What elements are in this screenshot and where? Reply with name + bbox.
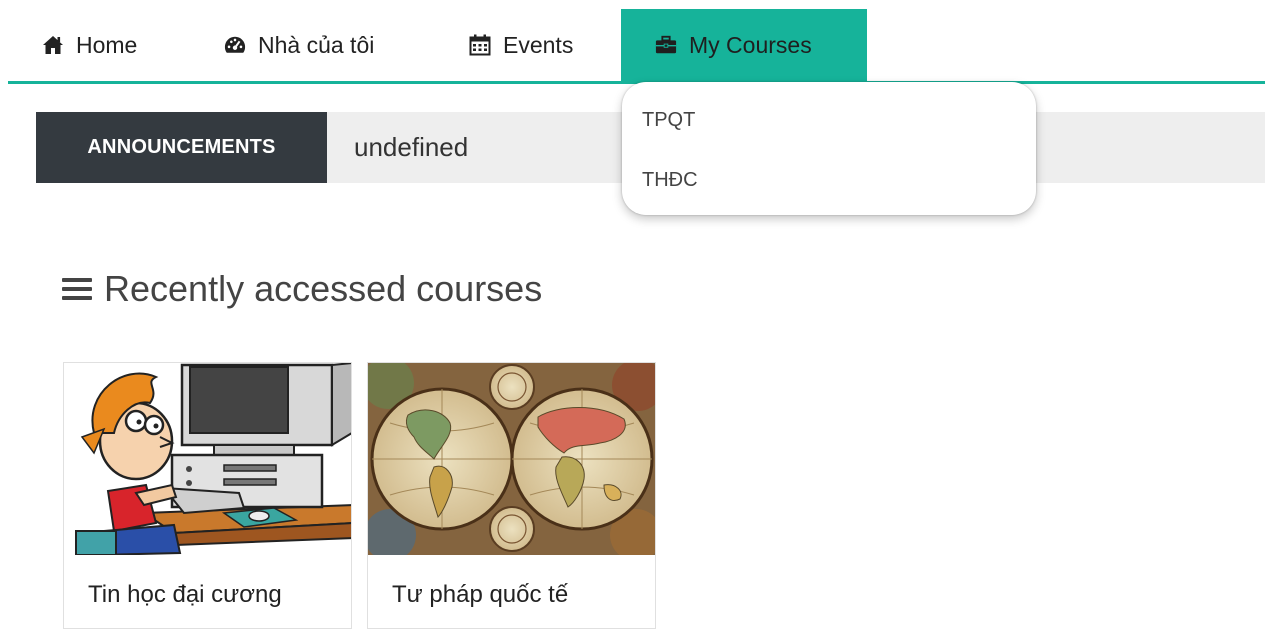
calendar-icon xyxy=(469,34,491,56)
announcement-text: undefined xyxy=(354,132,469,162)
course-card-tin-hoc[interactable]: Tin học đại cương xyxy=(63,362,352,629)
course-name: Tin học đại cương xyxy=(88,581,282,608)
nav-item-label: Events xyxy=(503,31,574,58)
home-icon xyxy=(42,34,64,56)
briefcase-icon xyxy=(655,34,677,56)
course-image-world-map xyxy=(368,363,655,555)
dropdown-item-thdc[interactable]: THĐC xyxy=(642,169,698,192)
nav-item-my-courses[interactable]: My Courses xyxy=(621,9,867,81)
nav-item-label: Home xyxy=(76,31,138,58)
my-courses-dropdown: TPQT THĐC xyxy=(622,82,1036,215)
section-title-text: Recently accessed courses xyxy=(104,268,543,309)
nav-item-label: Nhà của tôi xyxy=(258,31,375,58)
course-card-tu-phap[interactable]: Tư pháp quốc tế xyxy=(367,362,656,629)
dashboard-icon xyxy=(224,34,246,56)
course-image-computer xyxy=(64,363,351,555)
section-title: Recently accessed courses xyxy=(62,264,542,314)
dropdown-item-tpqt[interactable]: TPQT xyxy=(642,109,695,132)
menu-icon xyxy=(62,278,92,300)
nav-item-events[interactable]: Events xyxy=(469,9,573,81)
course-name: Tư pháp quốc tế xyxy=(392,581,569,608)
nav-item-home[interactable]: Home xyxy=(42,9,137,81)
nav-item-dashboard[interactable]: Nhà của tôi xyxy=(224,9,374,81)
nav-item-label: My Courses xyxy=(689,31,812,58)
announcement-tag: ANNOUNCEMENTS xyxy=(36,112,327,183)
